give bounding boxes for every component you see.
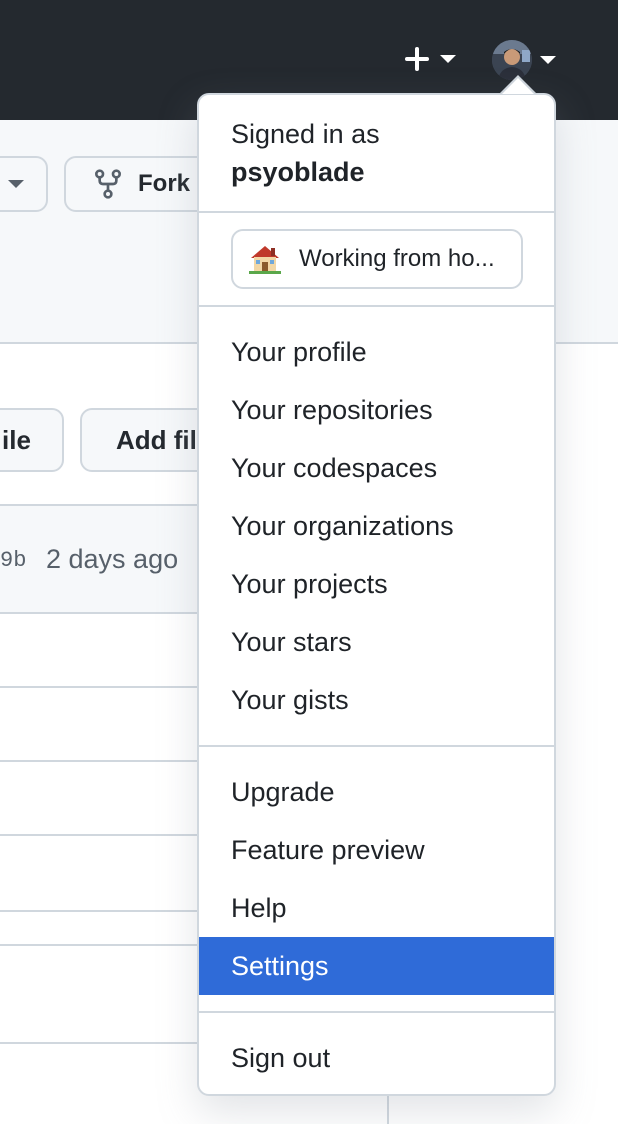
- menu-pointer-fill: [502, 78, 534, 94]
- menu-divider: [199, 745, 554, 747]
- status-text: Working from ho...: [299, 245, 495, 272]
- commit-time: 2 days ago: [46, 544, 179, 574]
- user-avatar-icon: [492, 40, 532, 80]
- watch-dropdown-button[interactable]: [0, 156, 48, 212]
- menu-item-your-profile[interactable]: Your profile: [199, 323, 554, 381]
- fork-icon: [95, 169, 122, 199]
- menu-item-your-repositories[interactable]: Your repositories: [199, 381, 554, 439]
- menu-item-help[interactable]: Help: [199, 879, 554, 937]
- go-to-file-label: ile: [2, 424, 31, 455]
- create-new-button[interactable]: [404, 38, 466, 80]
- menu-divider: [199, 305, 554, 307]
- menu-item-your-organizations[interactable]: Your organizations: [199, 497, 554, 555]
- menu-item-feature-preview[interactable]: Feature preview: [199, 821, 554, 879]
- menu-item-settings[interactable]: Settings: [199, 937, 554, 995]
- fork-label: Fork: [138, 170, 191, 197]
- user-menu-button[interactable]: [492, 40, 560, 80]
- menu-item-your-projects[interactable]: Your projects: [199, 555, 554, 613]
- user-dropdown-menu: Signed in as psyoblade Working from ho..…: [197, 93, 556, 1096]
- menu-item-your-codespaces[interactable]: Your codespaces: [199, 439, 554, 497]
- signed-in-label: Signed in as: [231, 119, 380, 149]
- menu-item-your-stars[interactable]: Your stars: [199, 613, 554, 671]
- commit-hash[interactable]: 9b: [0, 548, 26, 573]
- house-icon: [249, 246, 281, 274]
- go-to-file-button[interactable]: ile: [0, 408, 64, 472]
- menu-item-upgrade[interactable]: Upgrade: [199, 763, 554, 821]
- chevron-down-icon: [8, 180, 24, 188]
- add-file-label: Add fil: [116, 424, 197, 455]
- set-status-button[interactable]: Working from ho...: [231, 229, 523, 289]
- chevron-down-icon: [440, 55, 456, 63]
- username: psyoblade: [231, 157, 365, 187]
- menu-divider: [199, 1011, 554, 1013]
- avatar: [492, 40, 532, 80]
- menu-item-your-gists[interactable]: Your gists: [199, 671, 554, 729]
- menu-divider: [199, 211, 554, 213]
- plus-icon: [404, 46, 430, 72]
- chevron-down-icon: [540, 56, 556, 64]
- sign-out-button[interactable]: Sign out: [199, 1029, 554, 1087]
